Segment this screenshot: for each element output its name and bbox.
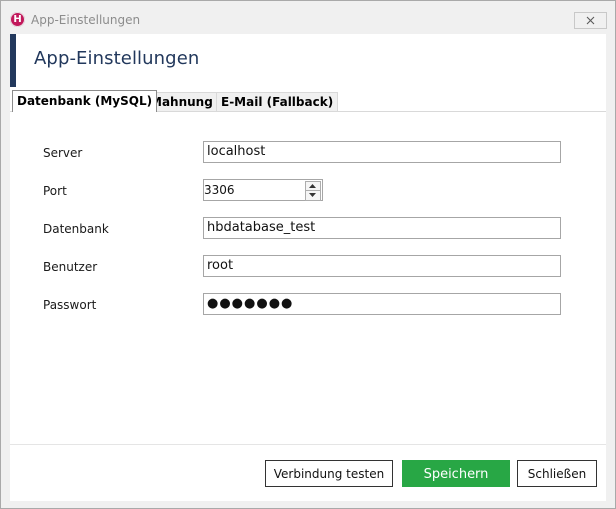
tab-strip: Datenbank (MySQL) Mahnung E-Mail (Fallba… [10, 90, 606, 112]
settings-window: H App-Einstellungen App-Einstellungen Da… [0, 0, 616, 509]
tab-datenbank[interactable]: Datenbank (MySQL) [12, 90, 158, 112]
caret-down-icon [309, 193, 316, 197]
header-accent-bar [10, 34, 16, 87]
app-logo-icon: H [10, 12, 25, 27]
window-close-button[interactable] [574, 12, 607, 29]
title-bar[interactable]: H App-Einstellungen [1, 1, 615, 31]
page-title: App-Einstellungen [34, 48, 200, 69]
caret-up-icon [309, 184, 316, 188]
port-spin-buttons [305, 181, 321, 201]
test-connection-button[interactable]: Verbindung testen [265, 460, 393, 487]
form-row-server: Server localhost [10, 141, 606, 165]
port-decrement-button[interactable] [306, 191, 320, 200]
port-value[interactable]: 3306 [204, 180, 235, 200]
save-button[interactable]: Speichern [402, 460, 510, 487]
user-label: Benutzer [43, 260, 98, 274]
close-button[interactable]: Schließen [517, 460, 597, 487]
server-label: Server [43, 146, 83, 160]
port-increment-button[interactable] [306, 182, 320, 191]
password-input[interactable]: ●●●●●●● [203, 293, 561, 315]
dialog-content: App-Einstellungen Datenbank (MySQL) Mahn… [10, 34, 606, 501]
form-row-port: Port 3306 [10, 179, 606, 203]
form-row-database: Datenbank hbdatabase_test [10, 217, 606, 241]
close-icon [586, 16, 595, 25]
server-input[interactable]: localhost [203, 141, 561, 163]
user-input[interactable]: root [203, 255, 561, 277]
port-label: Port [43, 184, 67, 198]
database-input[interactable]: hbdatabase_test [203, 217, 561, 239]
tab-email-fallback[interactable]: E-Mail (Fallback) [216, 92, 339, 111]
form-row-user: Benutzer root [10, 255, 606, 279]
port-stepper[interactable]: 3306 [203, 179, 323, 201]
tab-panel-datenbank: Server localhost Port 3306 Datenbank hbd… [10, 111, 606, 444]
footer-divider [10, 444, 606, 445]
window-title: App-Einstellungen [31, 13, 141, 27]
database-label: Datenbank [43, 222, 109, 236]
password-label: Passwort [43, 298, 97, 312]
form-row-password: Passwort ●●●●●●● [10, 293, 606, 317]
